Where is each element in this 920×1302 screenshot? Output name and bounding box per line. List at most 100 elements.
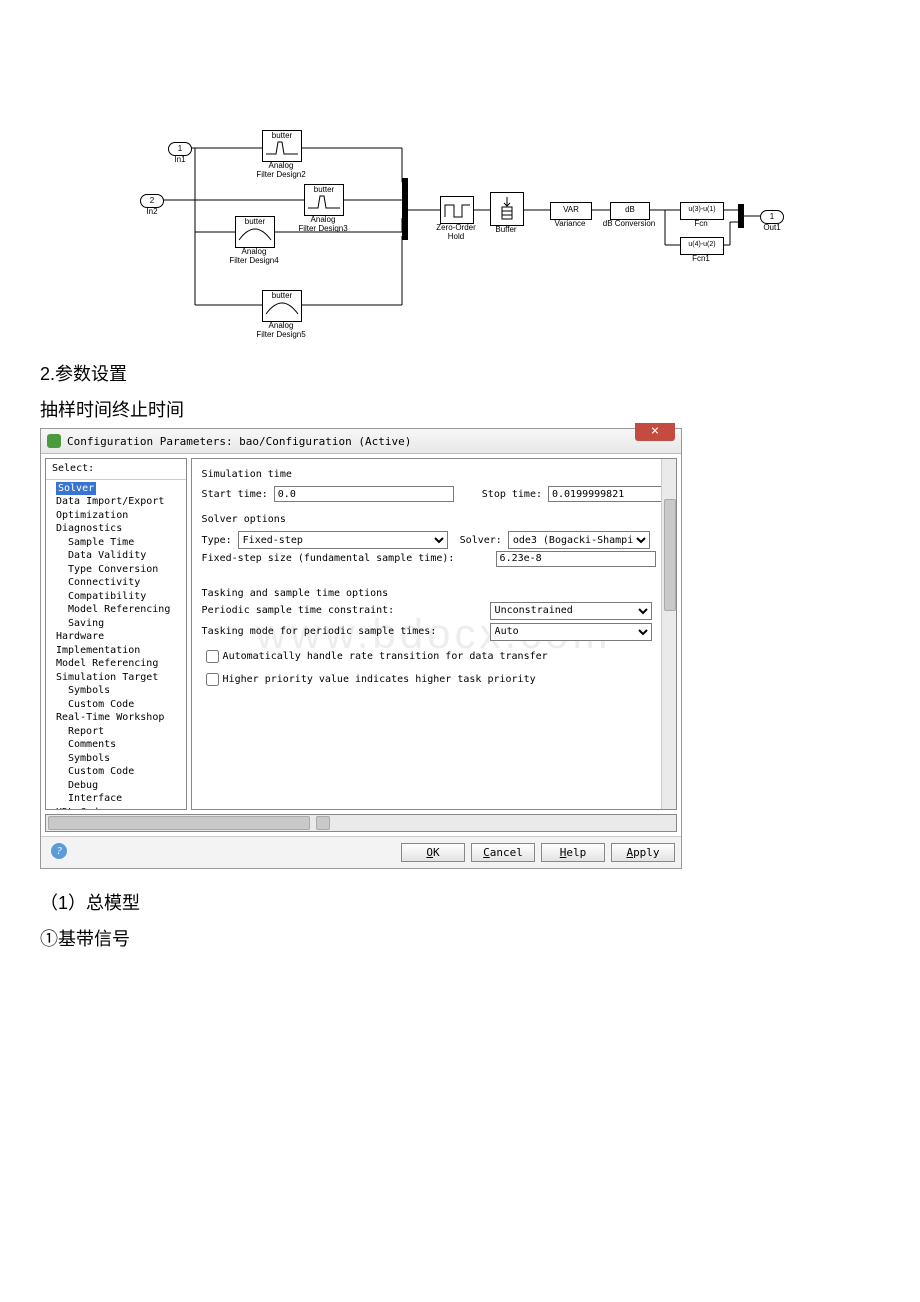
dialog-title: Configuration Parameters: bao/Configurat…: [67, 435, 411, 448]
button-bar: ? OK Cancel Help Apply: [41, 836, 681, 868]
block-text: dB: [625, 205, 635, 214]
chk-priority-label: Higher priority value indicates higher t…: [223, 674, 536, 685]
scrollbar-horizontal[interactable]: [45, 814, 677, 832]
db-label: dB Conversion: [598, 220, 660, 229]
tree-item[interactable]: Model Referencing: [50, 657, 186, 671]
chk-priority[interactable]: [206, 673, 219, 686]
section-simtime: Simulation time: [202, 469, 666, 480]
tree-pane[interactable]: Select: Solver Data Import/Export Optimi…: [45, 458, 187, 810]
block-buffer: [490, 192, 524, 226]
port-in2: 2: [140, 194, 164, 208]
afd5-label: Analog Filter Design5: [250, 322, 312, 340]
settings-pane: www.bdocx.com Simulation time Start time…: [191, 458, 677, 810]
block-db: dB: [610, 202, 650, 220]
app-icon: [47, 434, 61, 448]
cancel-button[interactable]: Cancel: [471, 843, 535, 862]
block-variance: VAR: [550, 202, 592, 220]
periodic-select[interactable]: Unconstrained: [490, 602, 652, 620]
fss-label: Fixed-step size (fundamental sample time…: [202, 553, 455, 564]
port-out1: 1: [760, 210, 784, 224]
solver-select[interactable]: ode3 (Bogacki-Shampine): [508, 531, 650, 549]
block-text: butter: [272, 131, 292, 140]
block-afd5: butter: [262, 290, 302, 322]
type-select[interactable]: Fixed-step: [238, 531, 448, 549]
tree-item[interactable]: Custom Code: [50, 765, 186, 779]
block-text: VAR: [563, 205, 579, 214]
periodic-label: Periodic sample time constraint:: [202, 605, 395, 616]
port-out1-label: Out1: [760, 224, 784, 233]
tree-item[interactable]: Debug: [50, 779, 186, 793]
tree-item[interactable]: Diagnostics: [50, 522, 186, 536]
block-mux: [402, 178, 408, 240]
port-in1-label: In1: [170, 156, 190, 165]
heading-params: 2.参数设置: [40, 360, 880, 386]
type-label: Type:: [202, 535, 232, 546]
tree-item[interactable]: HDL Coder: [50, 806, 186, 811]
heading-model: （1）总模型: [40, 889, 880, 915]
config-dialog: Configuration Parameters: bao/Configurat…: [40, 428, 682, 869]
tree-item[interactable]: Custom Code: [50, 698, 186, 712]
tree-item[interactable]: Sample Time: [50, 536, 186, 550]
close-button[interactable]: [635, 423, 675, 441]
tree-item[interactable]: Connectivity: [50, 576, 186, 590]
zoh-label: Zero-Order Hold: [430, 224, 482, 242]
block-zoh: [440, 196, 474, 224]
variance-label: Variance: [548, 220, 592, 229]
section-solver: Solver options: [202, 514, 666, 525]
tree-item[interactable]: Symbols: [50, 684, 186, 698]
tree-item[interactable]: Compatibility: [50, 590, 186, 604]
port-in1: 1: [168, 142, 192, 156]
chk-auto-rate[interactable]: [206, 650, 219, 663]
tree-item[interactable]: Type Conversion: [50, 563, 186, 577]
btn-text: ancel: [490, 846, 523, 859]
help-button[interactable]: Help: [541, 843, 605, 862]
tree-item[interactable]: Report: [50, 725, 186, 739]
tree-item[interactable]: Optimization: [50, 509, 186, 523]
stop-time-input[interactable]: [548, 486, 666, 502]
chk-auto-rate-label: Automatically handle rate transition for…: [223, 651, 548, 662]
buffer-label: Buffer: [488, 226, 524, 235]
tree-label: Solver: [56, 482, 96, 496]
tree-item[interactable]: Model Referencing: [50, 603, 186, 617]
afd4-label: Analog Filter Design4: [223, 248, 285, 266]
block-text: u(3)-u(1): [688, 206, 715, 213]
apply-button[interactable]: Apply: [611, 843, 675, 862]
block-fcn: u(3)-u(1): [680, 202, 724, 220]
fcn-label: Fcn: [688, 220, 714, 229]
afd2-label: Analog Filter Design2: [250, 162, 312, 180]
fcn1-label: Fcn1: [688, 255, 714, 264]
tree-item[interactable]: Saving: [50, 617, 186, 631]
block-text: butter: [272, 291, 292, 300]
simulink-diagram: 1 In1 2 In2 butter Analog Filter Design2…: [140, 100, 780, 340]
tree-item[interactable]: Interface: [50, 792, 186, 806]
tree-item[interactable]: Data Import/Export: [50, 495, 186, 509]
tree-item[interactable]: Real-Time Workshop: [50, 711, 186, 725]
block-afd4: butter: [235, 216, 275, 248]
tree-item[interactable]: Symbols: [50, 752, 186, 766]
solver-label: Solver:: [460, 535, 502, 546]
afd3-label: Analog Filter Design3: [292, 216, 354, 234]
tree-item[interactable]: Data Validity: [50, 549, 186, 563]
block-fcn1: u(4)-u(2): [680, 237, 724, 255]
tree-item[interactable]: Simulation Target: [50, 671, 186, 685]
scrollbar-vertical[interactable]: [661, 459, 676, 809]
block-text: butter: [245, 217, 265, 226]
taskmode-select[interactable]: Auto: [490, 623, 652, 641]
help-icon[interactable]: ?: [51, 843, 67, 859]
taskmode-label: Tasking mode for periodic sample times:: [202, 626, 437, 637]
heading-baseband: ①基带信号: [40, 925, 880, 951]
tree-solver[interactable]: Solver: [50, 482, 186, 496]
tree-item[interactable]: Hardware Implementation: [50, 630, 186, 657]
port-num: 1: [770, 212, 774, 221]
btn-text: elp: [566, 846, 586, 859]
tree-item[interactable]: Comments: [50, 738, 186, 752]
stop-time-label: Stop time:: [482, 489, 542, 500]
block-mux2: [738, 204, 744, 228]
titlebar: Configuration Parameters: bao/Configurat…: [41, 429, 681, 454]
fss-input[interactable]: [496, 551, 656, 567]
start-time-input[interactable]: [274, 486, 454, 502]
port-in2-label: In2: [142, 208, 162, 217]
ok-button[interactable]: OK: [401, 843, 465, 862]
heading-sample: 抽样时间终止时间: [40, 396, 880, 422]
section-task: Tasking and sample time options: [202, 588, 666, 599]
